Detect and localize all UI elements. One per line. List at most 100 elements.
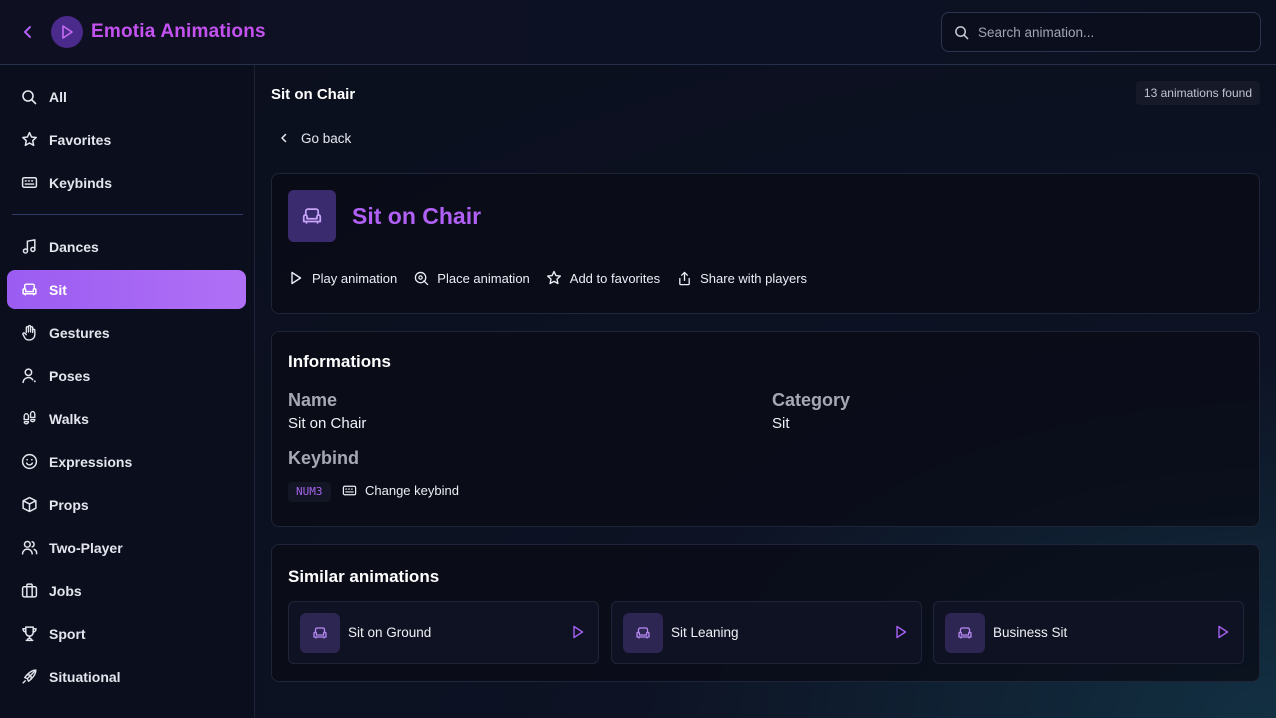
armchair-icon xyxy=(20,281,38,299)
sidebar-item-label: Poses xyxy=(49,367,91,384)
star-icon xyxy=(546,270,562,286)
music-note-icon xyxy=(20,238,38,256)
sidebar-item-all[interactable]: All xyxy=(7,77,246,116)
armchair-icon xyxy=(300,613,340,653)
person-icon xyxy=(20,367,38,385)
search-input[interactable] xyxy=(978,13,1248,51)
sidebar-item-label: Jobs xyxy=(49,582,82,599)
name-label: Name xyxy=(288,390,338,410)
similar-animation-label: Business Sit xyxy=(993,625,1068,640)
keyboard-icon xyxy=(20,174,38,192)
chevron-left-icon xyxy=(281,133,287,143)
go-back-link[interactable]: Go back xyxy=(279,129,351,147)
briefcase-icon xyxy=(20,582,38,600)
sidebar-item-sit[interactable]: Sit xyxy=(7,270,246,309)
sidebar-item-label: Sport xyxy=(49,625,86,642)
sidebar-item-props[interactable]: Props xyxy=(7,485,246,524)
play-icon xyxy=(62,25,73,39)
sidebar-item-sport[interactable]: Sport xyxy=(7,614,246,653)
sidebar: All Favorites Keybinds Dances Sit Gestur… xyxy=(0,65,255,718)
action-label: Play animation xyxy=(312,270,398,286)
footprints-icon xyxy=(20,410,38,428)
sidebar-item-favorites[interactable]: Favorites xyxy=(7,120,246,159)
play-icon[interactable] xyxy=(1216,624,1230,640)
sidebar-item-jobs[interactable]: Jobs xyxy=(7,571,246,610)
action-label: Add to favorites xyxy=(569,270,661,286)
sidebar-item-label: Expressions xyxy=(49,453,133,470)
change-keybind-label: Change keybind xyxy=(365,483,459,498)
sidebar-item-gestures[interactable]: Gestures xyxy=(7,313,246,352)
main-content: Sit on Chair 13 animations found Go back… xyxy=(255,65,1276,718)
informations-title: Informations xyxy=(288,352,391,371)
similar-animation-item[interactable]: Sit Leaning xyxy=(611,601,922,664)
search-icon xyxy=(955,26,969,40)
sidebar-item-label: All xyxy=(49,88,67,105)
share-with-players-button[interactable]: Share with players xyxy=(676,270,807,286)
go-back-label: Go back xyxy=(301,130,352,146)
back-button[interactable] xyxy=(16,20,40,44)
similar-animation-label: Sit Leaning xyxy=(671,625,739,640)
place-icon xyxy=(413,270,429,286)
sidebar-item-label: Gestures xyxy=(49,324,110,341)
search-box[interactable] xyxy=(941,12,1261,52)
similar-animation-item[interactable]: Sit on Ground xyxy=(288,601,599,664)
informations-card: Informations Name Sit on Chair Category … xyxy=(271,331,1260,527)
keybind-value: NUM3 xyxy=(288,482,331,502)
top-bar: Emotia Animations xyxy=(0,0,1276,65)
keyboard-icon xyxy=(342,483,357,498)
sidebar-item-label: Keybinds xyxy=(49,174,113,191)
star-icon xyxy=(20,131,38,149)
armchair-icon xyxy=(623,613,663,653)
similar-animation-label: Sit on Ground xyxy=(348,625,432,640)
sidebar-item-expressions[interactable]: Expressions xyxy=(7,442,246,481)
chevron-left-icon xyxy=(24,26,31,38)
play-icon xyxy=(288,270,304,286)
box-icon xyxy=(20,496,38,514)
sidebar-divider xyxy=(12,214,243,215)
animation-actions: Play animation Place animation Add to fa… xyxy=(288,270,823,286)
sidebar-item-label: Walks xyxy=(49,410,89,427)
results-count-badge: 13 animations found xyxy=(1135,81,1260,105)
similar-animations-title: Similar animations xyxy=(288,567,440,586)
app-logo xyxy=(51,16,83,48)
share-icon xyxy=(676,270,692,286)
action-label: Share with players xyxy=(700,270,808,286)
sidebar-item-label: Favorites xyxy=(49,131,112,148)
action-label: Place animation xyxy=(437,270,530,286)
similar-animations-card: Similar animations Sit on Ground Sit Lea… xyxy=(271,544,1260,682)
page-title: Sit on Chair xyxy=(271,86,356,103)
sidebar-item-label: Props xyxy=(49,496,89,513)
sidebar-item-label: Sit xyxy=(49,281,67,298)
name-value: Sit on Chair xyxy=(288,415,367,432)
rocket-icon xyxy=(20,668,38,686)
category-value: Sit xyxy=(772,415,790,432)
change-keybind-button[interactable]: Change keybind xyxy=(342,483,459,498)
smile-icon xyxy=(20,453,38,471)
sidebar-item-label: Dances xyxy=(49,238,99,255)
sidebar-item-keybinds[interactable]: Keybinds xyxy=(7,163,246,202)
search-icon xyxy=(20,88,38,106)
hand-icon xyxy=(20,324,38,342)
category-label: Category xyxy=(772,390,851,410)
keybind-label: Keybind xyxy=(288,448,360,468)
armchair-icon xyxy=(288,190,336,242)
animation-header-card: Sit on Chair Play animation Place animat… xyxy=(271,173,1260,314)
armchair-icon xyxy=(945,613,985,653)
sidebar-item-label: Two-Player xyxy=(49,539,123,556)
trophy-icon xyxy=(20,625,38,643)
app-title: Emotia Animations xyxy=(91,21,266,42)
play-icon[interactable] xyxy=(894,624,908,640)
sidebar-item-walks[interactable]: Walks xyxy=(7,399,246,438)
add-to-favorites-button[interactable]: Add to favorites xyxy=(546,270,660,286)
play-icon[interactable] xyxy=(571,624,585,640)
users-icon xyxy=(20,539,38,557)
sidebar-item-dances[interactable]: Dances xyxy=(7,227,246,266)
sidebar-item-poses[interactable]: Poses xyxy=(7,356,246,395)
sidebar-item-label: Situational xyxy=(49,668,121,685)
similar-animation-item[interactable]: Business Sit xyxy=(933,601,1244,664)
place-animation-button[interactable]: Place animation xyxy=(413,270,530,286)
sidebar-item-two-player[interactable]: Two-Player xyxy=(7,528,246,567)
play-animation-button[interactable]: Play animation xyxy=(288,270,397,286)
animation-title: Sit on Chair xyxy=(352,203,482,229)
sidebar-item-situational[interactable]: Situational xyxy=(7,657,246,696)
